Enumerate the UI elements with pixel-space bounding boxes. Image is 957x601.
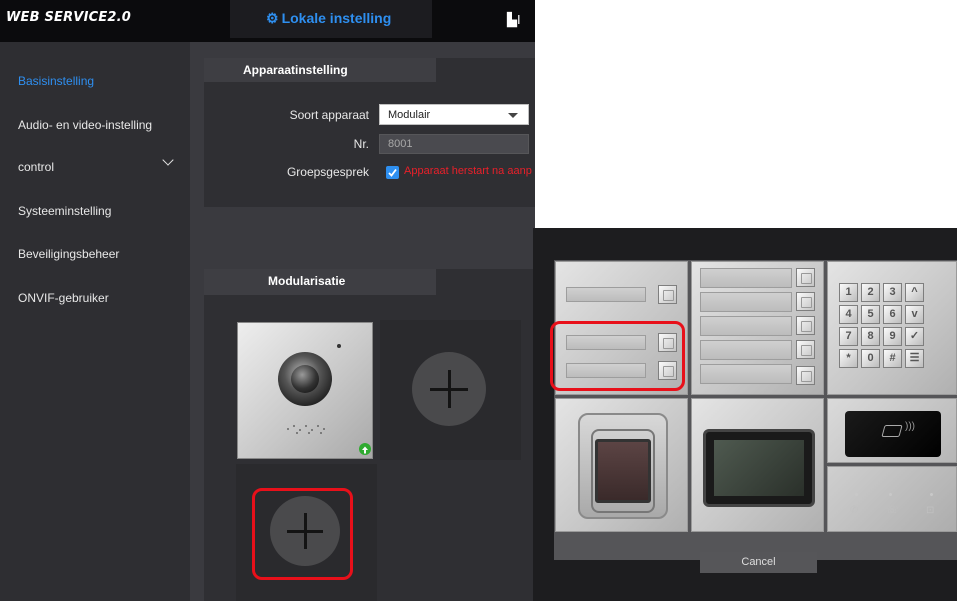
tab-next[interactable]: ▙I <box>507 12 521 28</box>
chevron-down-icon[interactable] <box>162 154 174 166</box>
plus-icon[interactable] <box>412 352 486 426</box>
fingerprint-module[interactable] <box>555 398 688 532</box>
display-icon <box>703 429 815 507</box>
keypad-key: ☰ <box>905 349 924 368</box>
nr-input[interactable]: 8001 <box>379 134 529 154</box>
cancel-button[interactable]: Cancel <box>700 552 817 573</box>
call-button-icon <box>796 316 815 335</box>
call-button-icon <box>796 366 815 385</box>
camera-module[interactable] <box>237 322 373 459</box>
restart-warning: Apparaat herstart na aanp <box>404 165 532 177</box>
highlight-box <box>252 488 353 580</box>
panel-title: Apparaatinstelling <box>243 63 348 77</box>
keypad-key: v <box>905 305 924 324</box>
keypad-key: 1 <box>839 283 858 302</box>
device-type-label: Soort apparaat <box>289 108 369 122</box>
screenshot: WEB SERVICE2.0 ⚙ Lokale instelling ▙I Bas… <box>0 0 957 601</box>
sidebar-item-onvif-gebruiker[interactable]: ONVIF-gebruiker <box>18 291 109 305</box>
indicator-module[interactable]: ✆ ☏ ⊡ <box>827 466 957 532</box>
card-reader-icon: ))) <box>845 411 941 457</box>
building-icon: ▙ <box>507 12 517 27</box>
tab-next-label: I <box>517 12 521 27</box>
tab-local-settings[interactable]: ⚙ Lokale instelling <box>230 0 432 38</box>
keypad-key: # <box>883 349 902 368</box>
gear-icon: ⚙ <box>266 10 279 26</box>
caret-down-icon <box>508 113 518 118</box>
keypad-key: 5 <box>861 305 880 324</box>
keypad-key: 0 <box>861 349 880 368</box>
device-type-select[interactable]: Modulair <box>379 104 529 125</box>
mic-dot <box>337 344 341 348</box>
add-module-tile[interactable] <box>380 320 521 460</box>
keypad-key: 9 <box>883 327 902 346</box>
top-bar: WEB SERVICE2.0 ⚙ Lokale instelling ▙I <box>0 0 535 42</box>
upload-icon[interactable] <box>359 443 371 455</box>
nr-label: Nr. <box>353 137 369 151</box>
keypad-module[interactable]: 1 2 3 ^ 4 5 6 v 7 8 9 ✓ * 0 # ☰ <box>827 261 957 395</box>
keypad-key: ✓ <box>905 327 924 346</box>
call-icon: ☏ <box>886 505 899 516</box>
call-button-icon <box>796 268 815 287</box>
sidebar-item-beveiligingsbeheer[interactable]: Beveiligingsbeheer <box>18 247 119 261</box>
keypad-key: 2 <box>861 283 880 302</box>
button-module-5[interactable] <box>691 261 824 395</box>
card-reader-module[interactable]: ))) <box>827 398 957 463</box>
keypad-key: 6 <box>883 305 902 324</box>
display-module[interactable] <box>691 398 824 532</box>
nr-value: 8001 <box>388 138 413 150</box>
keypad-key: 4 <box>839 305 858 324</box>
group-call-checkbox[interactable] <box>386 166 399 179</box>
keypad-key: 8 <box>861 327 880 346</box>
phone-icon: ✆ <box>850 505 859 516</box>
call-button-icon <box>658 285 677 304</box>
device-settings-panel: Apparaatinstelling Soort apparaat Modula… <box>204 58 535 207</box>
panel-title: Modularisatie <box>268 274 346 288</box>
speaker-grille <box>283 422 333 436</box>
keypad-key: * <box>839 349 858 368</box>
call-button-icon <box>796 340 815 359</box>
brand-logo: WEB SERVICE2.0 <box>6 10 132 25</box>
main-content: Apparaatinstelling Soort apparaat Modula… <box>190 42 535 601</box>
sidebar-item-control[interactable]: control <box>18 160 54 174</box>
tab-label: Lokale instelling <box>281 10 392 26</box>
group-call-label: Groepsgesprek <box>286 165 369 179</box>
tab-modularisatie[interactable]: Modularisatie <box>204 269 436 295</box>
web-ui: WEB SERVICE2.0 ⚙ Lokale instelling ▙I Bas… <box>0 0 535 601</box>
check-icon <box>388 168 397 177</box>
sidebar-item-systeeminstelling[interactable]: Systeeminstelling <box>18 204 111 218</box>
camera-lens <box>278 352 332 406</box>
fingerprint-icon <box>578 413 668 519</box>
device-type-value: Modulair <box>388 109 431 121</box>
lock-icon: ⊡ <box>926 505 935 516</box>
sidebar: Basisinstelling Audio- en video-instelli… <box>0 42 190 601</box>
call-button-icon <box>796 292 815 311</box>
module-picker-dialog: 1 2 3 ^ 4 5 6 v 7 8 9 ✓ * 0 # ☰))) ✆ ☏ … <box>533 228 957 601</box>
keypad-key: ^ <box>905 283 924 302</box>
highlight-box <box>550 321 685 391</box>
keypad-key: 7 <box>839 327 858 346</box>
sidebar-item-basisinstelling[interactable]: Basisinstelling <box>18 74 94 88</box>
keypad-key: 3 <box>883 283 902 302</box>
sidebar-item-audio-video[interactable]: Audio- en video-instelling <box>18 118 152 132</box>
tab-apparaatinstelling[interactable]: Apparaatinstelling <box>204 58 436 82</box>
module-grid: 1 2 3 ^ 4 5 6 v 7 8 9 ✓ * 0 # ☰))) ✆ ☏ … <box>550 260 957 560</box>
